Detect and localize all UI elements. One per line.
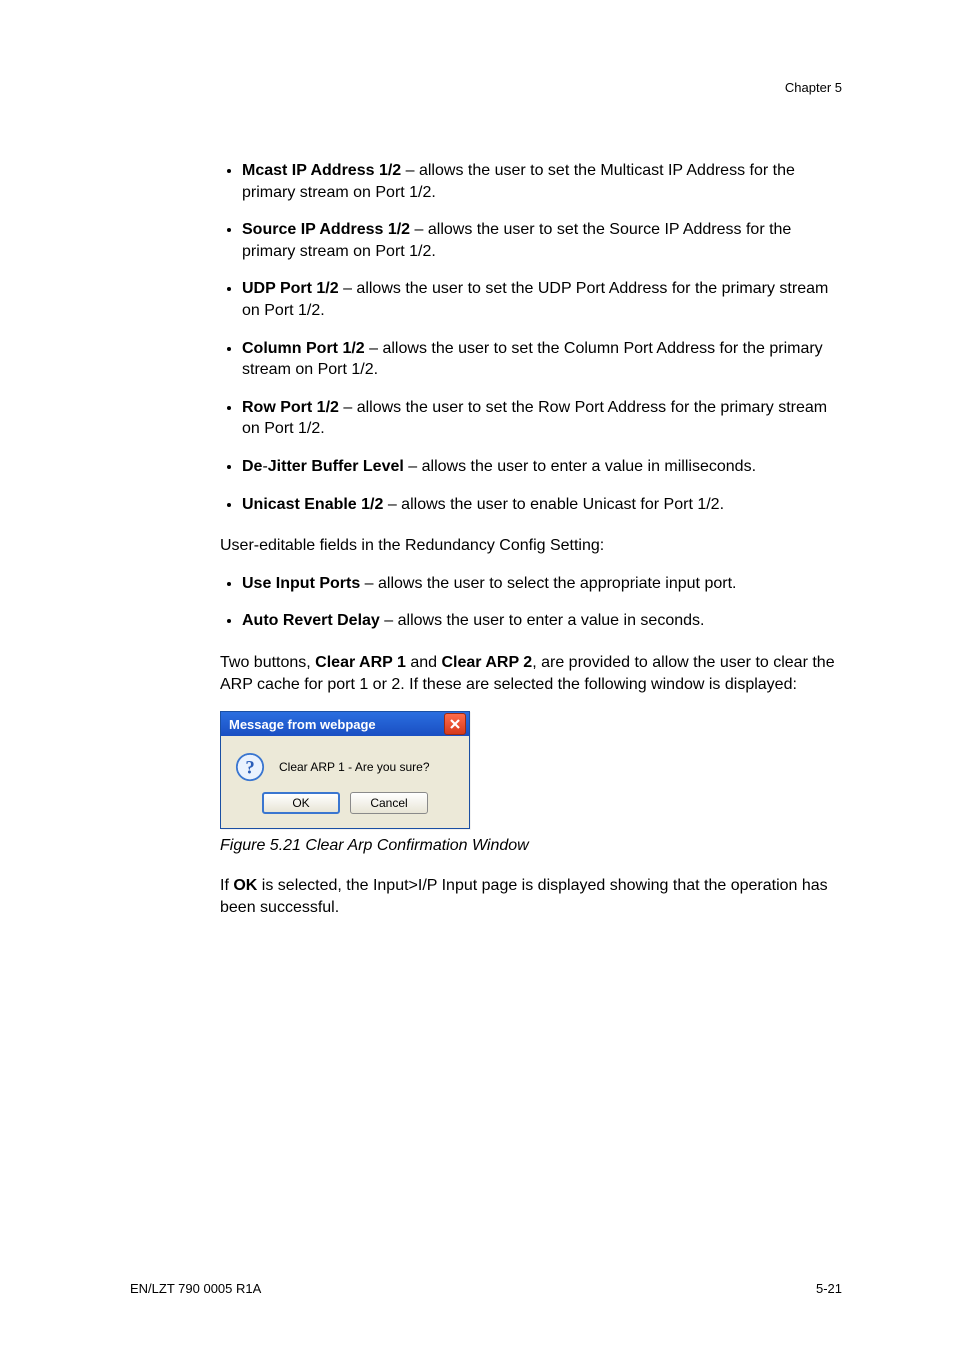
clear-arp-2-label: Clear ARP 2: [441, 654, 532, 671]
para-final-post: is selected, the Input>I/P Input page is…: [220, 877, 828, 916]
confirmation-dialog: Message from webpage ? Clear ARP 1 - Are…: [220, 711, 470, 829]
clear-arp-1-label: Clear ARP 1: [315, 654, 406, 671]
page-footer: EN/LZT 790 0005 R1A 5-21: [130, 1281, 842, 1296]
bullet-list-main: Mcast IP Address 1/2 – allows the user t…: [220, 160, 844, 515]
bullet-list-redundancy: Use Input Ports – allows the user to sel…: [220, 573, 844, 632]
list-item: Use Input Ports – allows the user to sel…: [242, 573, 844, 595]
para-pre: Two buttons,: [220, 654, 315, 671]
footer-page-number: 5-21: [816, 1281, 842, 1296]
bullet-lead: Row Port 1/2: [242, 399, 339, 416]
dialog-message: Clear ARP 1 - Are you sure?: [279, 760, 430, 774]
figure-title: Clear Arp Confirmation Window: [305, 837, 528, 854]
bullet-lead: Source IP Address 1/2: [242, 221, 410, 238]
dialog-button-row: OK Cancel: [221, 792, 469, 828]
dialog-titlebar: Message from webpage: [221, 712, 469, 736]
bullet-lead2: Jitter Buffer Level: [268, 458, 404, 475]
list-item: Source IP Address 1/2 – allows the user …: [242, 219, 844, 262]
figure-number: Figure 5.21: [220, 837, 301, 854]
bullet-lead: Unicast Enable 1/2: [242, 496, 383, 513]
close-icon: [449, 718, 461, 730]
paragraph-two-buttons: Two buttons, Clear ARP 1 and Clear ARP 2…: [220, 652, 844, 695]
main-content: Mcast IP Address 1/2 – allows the user t…: [220, 160, 844, 918]
bullet-lead: UDP Port 1/2: [242, 280, 339, 297]
bullet-lead: Auto Revert Delay: [242, 612, 380, 629]
paragraph-final: If OK is selected, the Input>I/P Input p…: [220, 875, 844, 918]
list-item: Row Port 1/2 – allows the user to set th…: [242, 397, 844, 440]
para-final-pre: If: [220, 877, 233, 894]
list-item: Unicast Enable 1/2 – allows the user to …: [242, 494, 844, 516]
bullet-lead: Column Port 1/2: [242, 340, 365, 357]
list-item: Auto Revert Delay – allows the user to e…: [242, 610, 844, 632]
bullet-lead: De: [242, 458, 262, 475]
figure-caption: Figure 5.21 Clear Arp Confirmation Windo…: [220, 837, 844, 855]
paragraph-redundancy-intro: User-editable fields in the Redundancy C…: [220, 535, 844, 557]
chapter-label: Chapter 5: [785, 80, 842, 95]
bullet-rest: – allows the user to select the appropri…: [360, 575, 736, 592]
bullet-lead: Mcast IP Address 1/2: [242, 162, 401, 179]
bullet-rest: – allows the user to enable Unicast for …: [383, 496, 724, 513]
cancel-button[interactable]: Cancel: [350, 792, 428, 814]
list-item: Column Port 1/2 – allows the user to set…: [242, 338, 844, 381]
svg-text:?: ?: [245, 758, 254, 779]
para-mid: and: [406, 654, 442, 671]
bullet-rest: – allows the user to enter a value in mi…: [404, 458, 756, 475]
para-final-bold: OK: [233, 877, 257, 894]
footer-doc-id: EN/LZT 790 0005 R1A: [130, 1281, 261, 1296]
close-button[interactable]: [444, 713, 466, 735]
bullet-lead: Use Input Ports: [242, 575, 360, 592]
dialog-body: ? Clear ARP 1 - Are you sure?: [221, 736, 469, 792]
ok-button[interactable]: OK: [262, 792, 340, 814]
list-item: Mcast IP Address 1/2 – allows the user t…: [242, 160, 844, 203]
list-item: De-Jitter Buffer Level – allows the user…: [242, 456, 844, 478]
question-mark-icon: ?: [235, 752, 265, 782]
list-item: UDP Port 1/2 – allows the user to set th…: [242, 278, 844, 321]
bullet-rest: – allows the user to enter a value in se…: [380, 612, 705, 629]
dialog-title: Message from webpage: [229, 717, 376, 732]
